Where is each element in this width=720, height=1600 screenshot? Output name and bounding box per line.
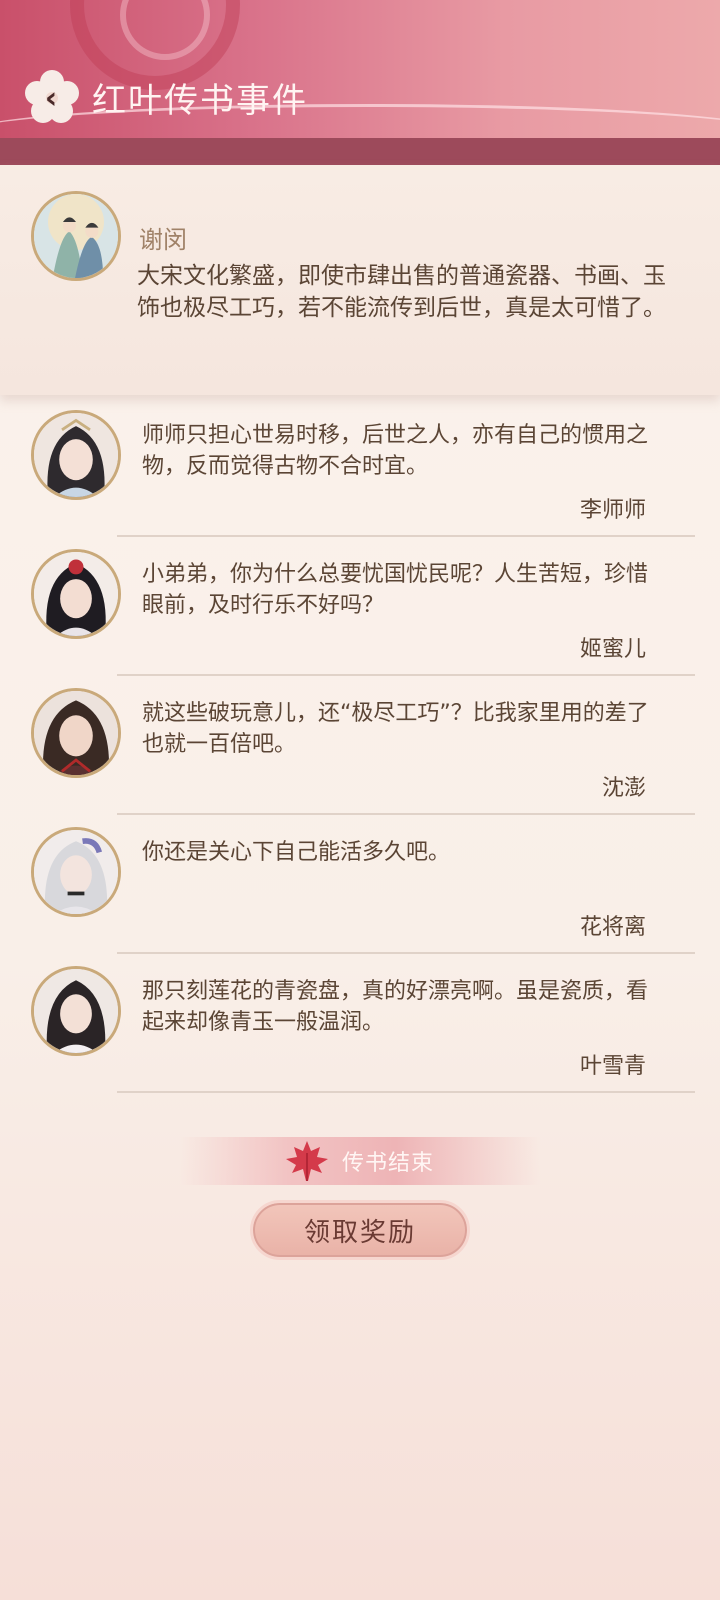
post-text: 大宋文化繁盛，即使市肆出售的普通瓷器、书画、玉饰也极尽工巧，若不能流传到后世，真…: [137, 263, 666, 321]
comment-text: 就这些破玩意儿，还“极尽工巧”？比我家里用的差了也就一百倍吧。: [142, 701, 649, 757]
avatar[interactable]: [31, 688, 121, 778]
chevron-left-icon: ‹: [44, 80, 58, 116]
page-title: 红叶传书事件: [92, 81, 308, 121]
comment-text: 小弟弟，你为什么总要忧国忧民呢？人生苦短，珍惜眼前，及时行乐不好吗？: [142, 562, 649, 618]
comment-text: 那只刻莲花的青瓷盘，真的好漂亮啊。虽是瓷质，看起来却像青玉一般温润。: [142, 979, 649, 1035]
claim-reward-button[interactable]: 领取奖励: [250, 1200, 470, 1260]
avatar[interactable]: [31, 549, 121, 639]
maple-leaf-icon: [286, 1141, 328, 1181]
back-button[interactable]: ‹: [24, 70, 80, 126]
comment-author: 花将离: [579, 915, 646, 940]
header-band: [0, 138, 720, 165]
comment-item: 你还是关心下自己能活多久吧。 花将离: [0, 815, 720, 956]
main-post: 谢闵 大宋文化繁盛，即使市肆出售的普通瓷器、书画、玉饰也极尽工巧，若不能流传到后…: [0, 165, 720, 395]
post-author: 谢闵: [139, 226, 187, 254]
comment-item: 那只刻莲花的青瓷盘，真的好漂亮啊。虽是瓷质，看起来却像青玉一般温润。 叶雪青: [0, 954, 720, 1095]
header-bar: ‹ 红叶传书事件: [0, 0, 720, 165]
avatar[interactable]: [31, 410, 121, 500]
comment-text: 师师只担心世易时移，后世之人，亦有自己的惯用之物，反而觉得古物不合时宜。: [142, 423, 649, 479]
comment-item: 就这些破玩意儿，还“极尽工巧”？比我家里用的差了也就一百倍吧。 沈澎: [0, 676, 720, 817]
comment-item: 小弟弟，你为什么总要忧国忧民呢？人生苦短，珍惜眼前，及时行乐不好吗？ 姬蜜儿: [0, 537, 720, 678]
divider: [117, 1091, 695, 1093]
end-banner: 传书结束: [180, 1137, 540, 1185]
comment-author: 李师师: [579, 498, 646, 523]
avatar[interactable]: [31, 191, 121, 281]
comment-author: 姬蜜儿: [579, 637, 646, 662]
comment-author: 叶雪青: [579, 1054, 646, 1079]
end-label: 传书结束: [341, 1151, 434, 1176]
comment-text: 你还是关心下自己能活多久吧。: [142, 840, 451, 865]
comment-item: 师师只担心世易时移，后世之人，亦有自己的惯用之物，反而觉得古物不合时宜。 李师师: [0, 398, 720, 539]
claim-reward-label: 领取奖励: [303, 1217, 416, 1248]
avatar[interactable]: [31, 966, 121, 1056]
avatar[interactable]: [31, 827, 121, 917]
comment-author: 沈澎: [601, 776, 646, 801]
